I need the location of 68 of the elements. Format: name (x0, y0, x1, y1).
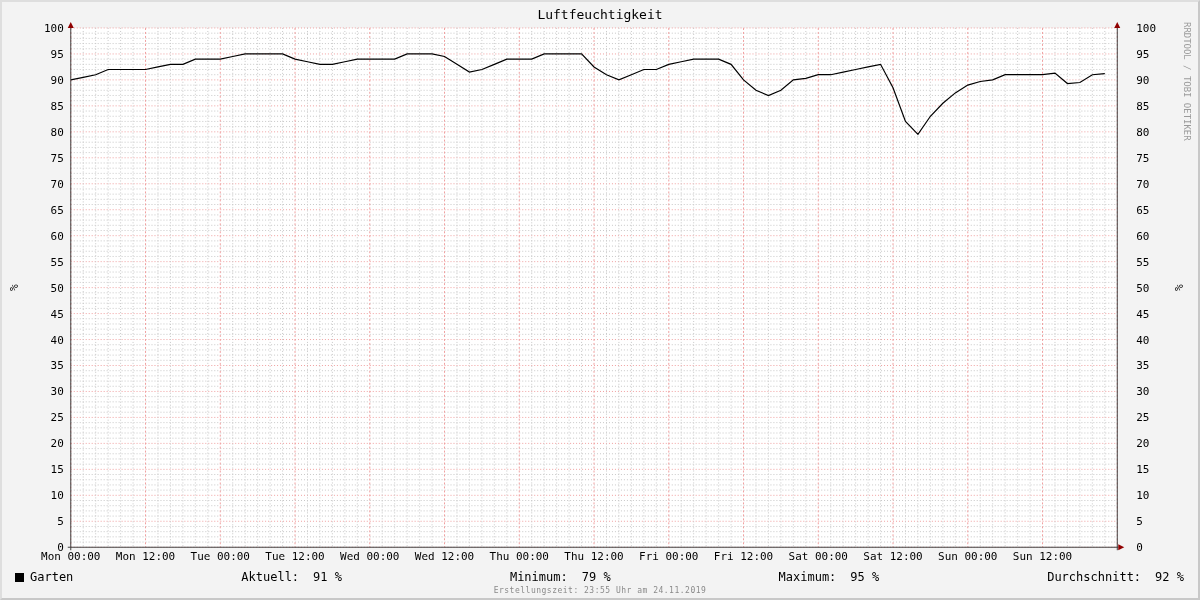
x-tick-label: Sat 12:00 (863, 550, 923, 564)
stat-value: 92 % (1155, 570, 1184, 585)
y-tick-label: 35 (1136, 359, 1150, 373)
y-tick-label: 90 (50, 73, 64, 87)
stat-label: Aktuell: (241, 570, 300, 585)
footer-text: Erstellungszeit: 23:55 Uhr am 24.11.2019 (493, 586, 707, 596)
y-tick-label: 90 (1136, 73, 1150, 87)
y-tick-label: 20 (50, 437, 64, 451)
x-tick-label: Thu 00:00 (489, 550, 549, 564)
x-tick-label: Thu 12:00 (564, 550, 624, 564)
stat-label: Minimum: (509, 570, 568, 585)
legend-label: Garten (30, 570, 74, 585)
y-tick-label: 45 (1136, 307, 1150, 321)
x-tick-label: Tue 00:00 (190, 550, 250, 564)
y-tick-label: 45 (50, 307, 64, 321)
stat-value: 79 % (581, 570, 611, 585)
y-tick-label: 35 (50, 359, 64, 373)
y-tick-label: 95 (1136, 47, 1150, 61)
y-tick-label: 15 (50, 463, 64, 477)
y-tick-label: 75 (1136, 151, 1150, 165)
chart-title: Luftfeuchtigkeit (536, 5, 664, 22)
y-tick-label: 50 (1136, 281, 1150, 295)
y-tick-label: 5 (1136, 515, 1143, 529)
y-tick-label: 100 (44, 21, 64, 35)
y-tick-label: 30 (50, 385, 64, 399)
x-tick-label: Sat 00:00 (788, 550, 848, 564)
x-tick-label: Fri 00:00 (639, 550, 699, 564)
y-tick-label: 95 (50, 47, 64, 61)
y-tick-label: 5 (57, 515, 64, 529)
y-tick-label: 80 (1136, 125, 1150, 139)
y-tick-label: 20 (1136, 437, 1150, 451)
x-tick-label: Wed 12:00 (414, 550, 475, 564)
y-tick-label: 40 (50, 333, 64, 347)
y-tick-label: 85 (1136, 99, 1150, 113)
y-tick-label: 15 (1136, 463, 1150, 477)
y-tick-label: 85 (50, 99, 64, 113)
y-tick-label: 70 (50, 177, 64, 191)
y-tick-label: 0 (1136, 541, 1143, 555)
y-tick-label: 65 (50, 203, 64, 217)
y-axis-label: % (1172, 284, 1186, 291)
stat-label: Durchschnitt: (1047, 570, 1142, 585)
y-tick-label: 25 (50, 411, 64, 425)
stat-value: 95 % (850, 570, 880, 585)
y-tick-label: 80 (50, 125, 64, 139)
y-tick-label: 60 (1136, 229, 1150, 243)
y-tick-label: 60 (50, 229, 64, 243)
y-tick-label: 40 (1136, 333, 1150, 347)
y-tick-label: 10 (1136, 489, 1150, 503)
x-tick-label: Tue 12:00 (265, 550, 325, 564)
y-tick-label: 25 (1136, 411, 1150, 425)
x-tick-label: Fri 12:00 (713, 550, 774, 564)
x-tick-label: Sun 12:00 (1012, 550, 1073, 564)
credit-text: RRDTOOL / TOBI OETIKER (1182, 21, 1193, 141)
y-tick-label: 10 (50, 489, 64, 503)
y-tick-label: 65 (1136, 203, 1150, 217)
y-tick-label: 55 (1136, 255, 1150, 269)
y-tick-label: 70 (1136, 177, 1150, 191)
stat-label: Maximum: (778, 570, 837, 585)
y-tick-label: 75 (50, 151, 64, 165)
stat-value: 91 % (313, 570, 342, 585)
y-tick-label: 30 (1136, 385, 1150, 399)
x-tick-label: Sun 00:00 (938, 550, 998, 564)
y-tick-label: 100 (1136, 21, 1156, 35)
x-tick-label: Wed 00:00 (340, 550, 400, 564)
y-tick-label: 50 (50, 281, 64, 295)
x-tick-label: Mon 12:00 (115, 550, 176, 564)
y-axis-label: % (6, 284, 20, 291)
y-tick-label: 55 (50, 255, 64, 269)
